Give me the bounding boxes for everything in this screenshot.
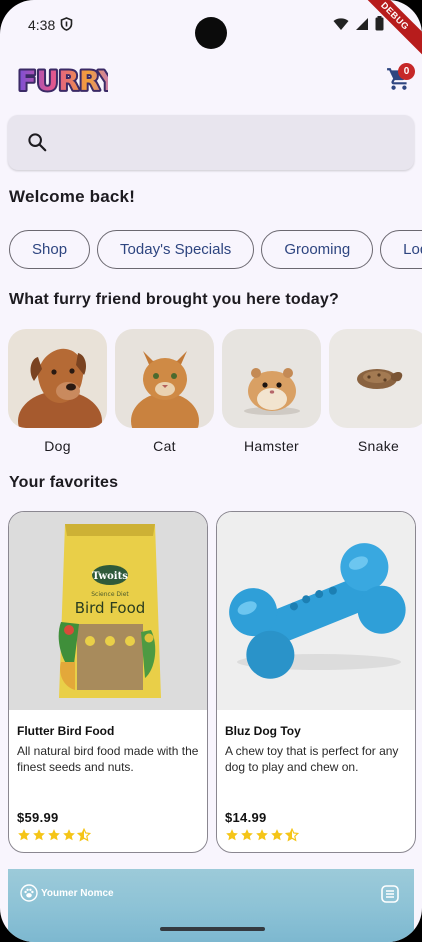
product-description: A chew toy that is perfect for any dog t… [225, 744, 399, 774]
half-star-icon [285, 828, 299, 842]
battery-icon [375, 16, 384, 36]
pet-dog[interactable]: Dog [8, 329, 107, 454]
product-card[interactable]: Bluz Dog Toy A chew toy that is perfect … [216, 511, 416, 853]
search-input[interactable] [60, 125, 400, 159]
svg-text:FURRY: FURRY [18, 66, 108, 97]
half-star-icon [77, 828, 91, 842]
cart-count-badge: 0 [398, 63, 415, 80]
rating-stars [225, 828, 299, 842]
app-screen: 4:38 DEBUG FURR FURR 0 Welcome back! Sho… [0, 0, 422, 942]
favorites-heading: Your favorites [9, 474, 119, 491]
product-description: All natural bird food made with the fine… [17, 744, 199, 774]
star-icon [256, 829, 268, 841]
welcome-heading: Welcome back! [9, 187, 136, 206]
furry-logo[interactable]: FURRY FURRY [16, 60, 120, 99]
camera-cutout [195, 17, 227, 49]
bottom-banner-label: Youmer Nomce [41, 888, 114, 899]
chip-shop[interactable]: Shop [9, 230, 91, 269]
signal-icon [355, 17, 369, 36]
svg-text:Science Diet: Science Diet [91, 591, 129, 598]
status-time: 4:38 [28, 17, 56, 33]
star-icon [226, 829, 238, 841]
status-bar: 4:38 DEBUG [0, 0, 422, 61]
snake-image [329, 329, 422, 428]
pet-selector: Dog Cat Hamster Snake [8, 329, 422, 459]
bottom-banner[interactable]: Youmer Nomce [8, 869, 414, 942]
dog-toy-image [217, 512, 415, 710]
rating-stars [17, 828, 91, 842]
pet-label-dog: Dog [44, 438, 71, 454]
search-icon [26, 131, 48, 158]
home-indicator[interactable] [160, 927, 265, 931]
paw-icon [20, 884, 38, 907]
wifi-icon [333, 17, 349, 36]
chip-lodging[interactable]: Lodging [380, 230, 422, 269]
chip-todays-specials[interactable]: Today's Specials [97, 230, 255, 269]
shield-icon [60, 17, 73, 36]
star-icon [18, 829, 30, 841]
pet-label-hamster: Hamster [244, 438, 299, 454]
star-icon [271, 829, 283, 841]
menu-icon[interactable] [380, 884, 400, 909]
pet-label-snake: Snake [357, 438, 400, 454]
category-chips: ShopToday's SpecialsGroomingLodging [9, 230, 422, 270]
bird-food-image: Twoits Science Diet Bird Food [9, 512, 207, 710]
dog-image [8, 329, 107, 428]
svg-text:Bird Food: Bird Food [75, 599, 146, 617]
product-price: $59.99 [17, 810, 59, 825]
pet-snake[interactable]: Snake [329, 329, 422, 454]
star-icon [48, 829, 60, 841]
search-bar[interactable] [8, 115, 414, 170]
chip-grooming[interactable]: Grooming [261, 230, 374, 269]
star-icon [63, 829, 75, 841]
product-name: Bluz Dog Toy [225, 724, 301, 738]
pet-hamster[interactable]: Hamster [222, 329, 321, 454]
product-card[interactable]: Twoits Science Diet Bird Food Flutter Bi… [8, 511, 208, 853]
svg-text:Twoits: Twoits [92, 571, 128, 582]
hamster-image [222, 329, 321, 428]
star-icon [33, 829, 45, 841]
pet-label-cat: Cat [153, 438, 176, 454]
star-icon [241, 829, 253, 841]
cat-image [115, 329, 214, 428]
product-name: Flutter Bird Food [17, 724, 115, 738]
product-price: $14.99 [225, 810, 267, 825]
pets-heading: What furry friend brought you here today… [9, 291, 339, 308]
pet-cat[interactable]: Cat [115, 329, 214, 454]
